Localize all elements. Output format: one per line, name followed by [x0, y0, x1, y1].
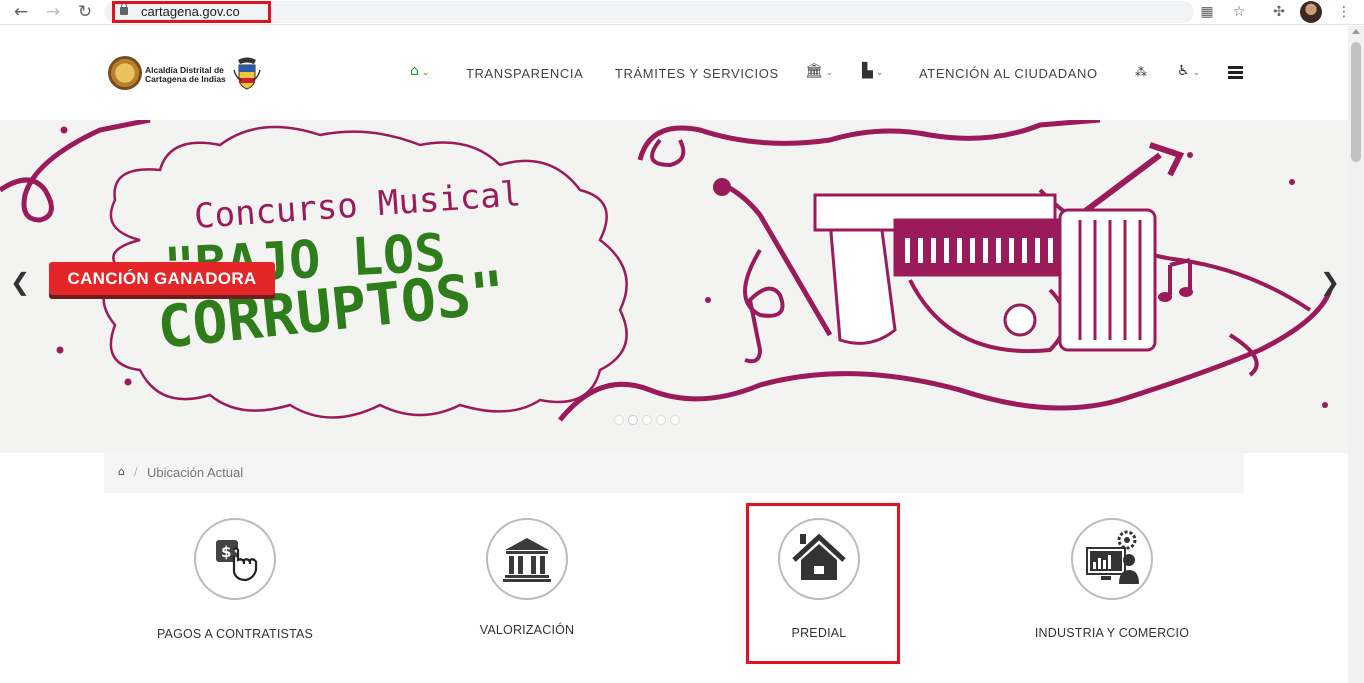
svg-text:$: $ — [221, 543, 231, 561]
nav-tramites-servicios[interactable]: TRÁMITES Y SERVICIOS — [615, 66, 779, 81]
breadcrumb-home-icon[interactable]: ⌂ — [118, 465, 125, 478]
bank-building-icon — [486, 518, 568, 600]
nav-atencion-ciudadano[interactable]: ATENCIÓN AL CIUDADANO — [919, 66, 1098, 81]
industry-computer-icon — [1071, 518, 1153, 600]
breadcrumb-separator: / — [134, 465, 138, 479]
site-logo[interactable]: Alcaldía Distrital de Cartagena de India… — [108, 56, 268, 92]
logo-line-2: Cartagena de Indias — [145, 74, 226, 84]
carousel-dot[interactable] — [670, 415, 680, 425]
hero-banner[interactable]: Concurso Musical "BAJO LOS CORRUPTOS" CA… — [0, 120, 1348, 453]
arrow-left-icon[interactable]: ← — [10, 2, 32, 22]
star-icon[interactable]: ☆ — [1230, 3, 1248, 21]
carousel-dot[interactable] — [656, 415, 666, 425]
cancion-ganadora-button[interactable]: CANCIÓN GANADORA — [49, 262, 275, 295]
scroll-thumb[interactable] — [1351, 42, 1361, 162]
reload-icon[interactable]: ↻ — [74, 2, 96, 22]
nav-accessibility-icon[interactable]: ♿︎ ⌄ — [1177, 63, 1200, 79]
nav-government-building-icon[interactable]: 🏛︎ ⌄ — [805, 63, 833, 79]
url-highlight-box — [112, 1, 271, 23]
nav-home-icon[interactable]: ⌂ ⌄ — [410, 63, 429, 79]
nav-transparencia[interactable]: TRANSPARENCIA — [466, 66, 583, 81]
hamburger-menu-icon[interactable] — [1228, 66, 1243, 79]
carousel-next-arrow-icon[interactable]: ❯ — [1320, 268, 1340, 296]
scroll-up-arrow-icon[interactable] — [1352, 29, 1360, 34]
predial-highlight-box — [746, 503, 900, 664]
carousel-dot[interactable] — [614, 415, 624, 425]
service-label[interactable]: PAGOS A CONTRATISTAS — [110, 627, 360, 641]
arrow-right-icon[interactable]: → — [42, 2, 64, 22]
breadcrumb: ⌂ / Ubicación Actual — [104, 453, 1244, 493]
carousel-dot-active[interactable] — [628, 415, 638, 425]
service-label[interactable]: INDUSTRIA Y COMERCIO — [987, 626, 1237, 640]
profile-avatar[interactable] — [1300, 1, 1322, 23]
nav-industry-icon[interactable]: ▙ ⌄ — [862, 63, 883, 79]
service-tile-pagos[interactable]: $ PAGOS A CONTRATISTAS — [110, 503, 360, 673]
logo-text: Alcaldía Distrital de Cartagena de India… — [145, 66, 226, 84]
carousel-indicators — [614, 412, 684, 430]
service-label[interactable]: VALORIZACIÓN — [402, 623, 652, 637]
qr-code-icon[interactable]: ▦ — [1198, 3, 1216, 21]
page-scrollbar[interactable] — [1348, 26, 1364, 683]
coat-of-arms-icon — [233, 57, 261, 90]
carousel-prev-arrow-icon[interactable]: ❮ — [10, 268, 30, 296]
extensions-icon[interactable]: ✣ — [1270, 3, 1288, 21]
breadcrumb-current: Ubicación Actual — [147, 465, 244, 480]
carousel-dot[interactable] — [642, 415, 652, 425]
more-menu-icon[interactable]: ⋮ — [1335, 3, 1353, 21]
city-seal-icon — [108, 56, 142, 90]
service-tile-industria[interactable]: INDUSTRIA Y COMERCIO — [987, 503, 1237, 673]
service-tile-valorizacion[interactable]: VALORIZACIÓN — [402, 503, 652, 673]
browser-toolbar: ← → ↻ cartagena.gov.co ▦ ☆ ✣ ⋮ — [0, 0, 1364, 25]
payment-hand-icon: $ — [194, 518, 276, 600]
nav-sitemap-icon[interactable]: ⁂ — [1135, 65, 1147, 79]
site-header: Alcaldía Distrital de Cartagena de India… — [0, 26, 1348, 120]
